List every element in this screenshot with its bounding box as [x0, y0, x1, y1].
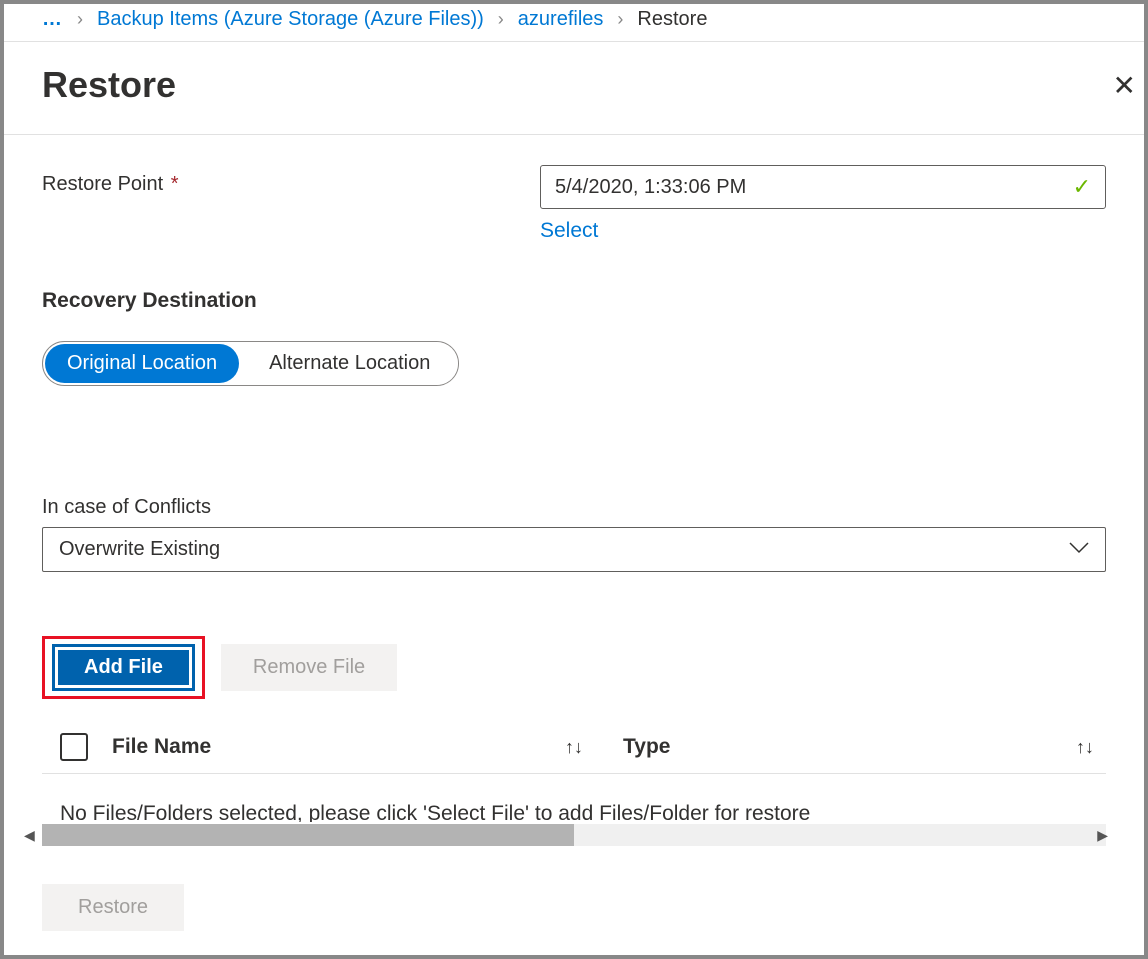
empty-table-message: No Files/Folders selected, please click … [60, 802, 1106, 822]
conflicts-label: In case of Conflicts [42, 496, 1106, 519]
recovery-destination-toggle: Original Location Alternate Location [42, 341, 459, 386]
chevron-right-icon: › [617, 9, 623, 30]
original-location-button[interactable]: Original Location [45, 344, 239, 383]
sort-icon: ↑↓ [565, 737, 583, 758]
content-area: Restore Point * 5/4/2020, 1:33:06 PM ✓ S… [4, 135, 1144, 846]
restore-point-value: 5/4/2020, 1:33:06 PM [555, 176, 746, 199]
remove-file-button[interactable]: Remove File [221, 644, 397, 691]
recovery-destination-heading: Recovery Destination [42, 289, 1106, 313]
add-file-highlight: Add File [42, 636, 205, 699]
chevron-right-icon: › [77, 9, 83, 30]
restore-point-row: Restore Point * 5/4/2020, 1:33:06 PM ✓ S… [42, 165, 1106, 243]
alternate-location-button[interactable]: Alternate Location [241, 342, 458, 385]
horizontal-scrollbar[interactable]: ◀ ▶ [42, 824, 1106, 846]
chevron-down-icon [1069, 541, 1089, 559]
sort-icon: ↑↓ [1076, 737, 1094, 758]
checkmark-icon: ✓ [1073, 174, 1091, 200]
scrollbar-thumb[interactable] [42, 824, 574, 846]
footer: Restore [4, 846, 1144, 931]
column-type[interactable]: Type ↑↓ [623, 735, 1106, 759]
scroll-left-icon[interactable]: ◀ [24, 827, 35, 844]
restore-point-label: Restore Point * [42, 165, 540, 196]
conflicts-value: Overwrite Existing [59, 538, 220, 561]
breadcrumb-azurefiles[interactable]: azurefiles [518, 8, 604, 31]
close-icon[interactable]: ✕ [1113, 69, 1136, 102]
breadcrumb-backup-items[interactable]: Backup Items (Azure Storage (Azure Files… [97, 8, 484, 31]
column-filename[interactable]: File Name ↑↓ [112, 735, 623, 759]
select-all-checkbox[interactable] [60, 733, 88, 761]
chevron-right-icon: › [498, 9, 504, 30]
restore-point-input[interactable]: 5/4/2020, 1:33:06 PM ✓ [540, 165, 1106, 209]
select-link[interactable]: Select [540, 219, 598, 243]
breadcrumb: … › Backup Items (Azure Storage (Azure F… [4, 4, 1144, 42]
file-table-header: File Name ↑↓ Type ↑↓ [42, 733, 1106, 774]
breadcrumb-current: Restore [637, 8, 707, 31]
conflicts-dropdown[interactable]: Overwrite Existing [42, 527, 1106, 572]
file-button-row: Add File Remove File [42, 636, 1106, 699]
add-file-button[interactable]: Add File [55, 647, 192, 688]
page-title: Restore [42, 64, 176, 106]
breadcrumb-more[interactable]: … [42, 8, 63, 31]
conflicts-section: In case of Conflicts Overwrite Existing [42, 496, 1106, 572]
scroll-right-icon[interactable]: ▶ [1097, 827, 1108, 844]
page-header: Restore ✕ [4, 42, 1144, 135]
required-indicator: * [171, 173, 179, 195]
restore-button[interactable]: Restore [42, 884, 184, 931]
